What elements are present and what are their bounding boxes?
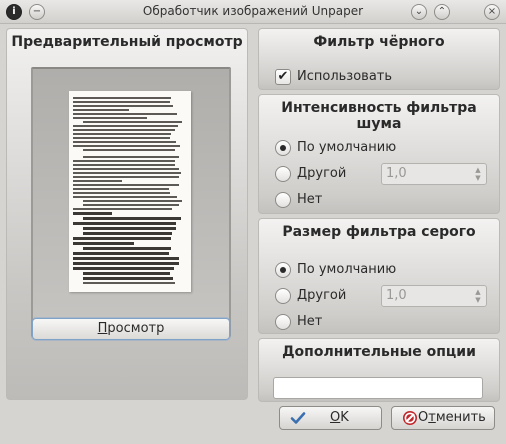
black-filter-title: Фильтр чёрного (313, 34, 445, 50)
ok-button-label: OK (330, 410, 349, 425)
extra-options-title: Дополнительные опции (282, 344, 476, 360)
scanned-text-line (73, 192, 171, 194)
scanned-text-line (73, 262, 180, 265)
scanned-text-line (73, 109, 129, 111)
scanned-text-line (73, 117, 147, 119)
unpaper-dialog: i − Обработчик изображений Unpaper ⌄ ⌃ ×… (0, 0, 506, 444)
preview-button[interactable]: Просмотр (32, 318, 230, 340)
scanned-text-line (83, 217, 181, 220)
scanned-text-line (73, 101, 171, 103)
scanned-text-line (83, 204, 179, 206)
checkmark-icon: ✔ (277, 69, 289, 84)
scanned-text-line (83, 272, 171, 275)
gray-none-radio[interactable] (275, 314, 291, 330)
gray-value-spinbox[interactable]: 1,0 ▲ ▼ (381, 285, 487, 307)
scanned-text-line (83, 200, 182, 202)
scanned-text-line (73, 145, 180, 147)
noise-custom-label[interactable]: Другой (297, 166, 346, 181)
scanned-text-line (73, 164, 176, 166)
ok-button[interactable]: OK (279, 406, 382, 430)
gray-value: 1,0 (386, 288, 407, 303)
scanned-text-line (73, 129, 176, 131)
scanned-text-line (73, 168, 180, 170)
preview-button-mnemonic: П (97, 321, 108, 336)
scanned-text-line (83, 277, 174, 280)
scanned-text-line (73, 208, 173, 210)
spin-up-icon[interactable]: ▲ (473, 166, 483, 174)
scanned-text-line (83, 121, 183, 123)
minimize-icon[interactable]: ⌄ (411, 4, 427, 20)
scanned-text-line (73, 257, 180, 260)
window-title: Обработчик изображений Unpaper (142, 4, 364, 18)
preview-group-title: Предварительный просмотр (11, 34, 243, 50)
scanned-text-line (73, 97, 171, 99)
extra-options-group: Дополнительные опции (258, 338, 500, 402)
scanned-text-line (83, 149, 176, 151)
scanned-text-line (73, 212, 113, 215)
noise-none-radio[interactable] (275, 192, 291, 208)
preview-group: Предварительный просмотр Просмотр (6, 28, 248, 400)
scanned-text-line (73, 125, 179, 127)
noise-custom-radio[interactable] (275, 166, 291, 182)
scanned-text-line (73, 196, 178, 198)
scanned-text-line (83, 156, 179, 158)
noise-default-radio[interactable] (275, 140, 291, 156)
scanned-text-line (73, 237, 171, 240)
scanned-text-line (73, 267, 175, 270)
cancel-icon (403, 411, 417, 425)
extra-options-input[interactable] (273, 377, 483, 399)
preview-area (31, 67, 231, 337)
scanned-text-line (73, 172, 182, 174)
scanned-text-line (73, 242, 134, 245)
close-icon[interactable]: × (484, 4, 500, 20)
scanned-text-line (73, 160, 176, 162)
scanned-text-line (83, 247, 171, 250)
black-filter-use-label[interactable]: Использовать (297, 69, 392, 84)
spin-down-icon[interactable]: ▼ (473, 174, 483, 182)
spin-arrows-icon[interactable]: ▲ ▼ (473, 166, 483, 182)
scanned-text-line (73, 133, 172, 135)
gray-filter-group: Размер фильтра серого По умолчанию Друго… (258, 218, 500, 334)
spin-up-icon[interactable]: ▲ (473, 288, 483, 296)
scanned-text-line (83, 232, 173, 235)
scanned-text-line (73, 105, 173, 107)
cancel-button[interactable]: Отменить (391, 406, 495, 430)
scanned-text-line (83, 227, 176, 230)
spin-arrows-icon[interactable]: ▲ ▼ (473, 288, 483, 304)
noise-filter-group: Интенсивность фильтра шума По умолчанию … (258, 94, 500, 214)
scanned-text-line (73, 222, 176, 225)
checkmark-icon (290, 412, 306, 424)
maximize-icon[interactable]: ⌃ (434, 4, 450, 20)
noise-filter-title: Интенсивность фильтра шума (281, 100, 477, 132)
preview-button-label: росмотр (107, 321, 165, 336)
black-filter-group: Фильтр чёрного ✔ Использовать (258, 28, 500, 90)
noise-none-label[interactable]: Нет (297, 192, 322, 207)
black-filter-use-checkbox[interactable]: ✔ (275, 69, 291, 85)
cancel-button-label: Отменить (418, 410, 486, 425)
scanned-text-line (73, 188, 170, 190)
scanned-text-line (73, 137, 171, 139)
scanned-text-line (73, 252, 170, 255)
scanned-text-line (83, 282, 176, 284)
scanned-text-line (73, 176, 180, 178)
preview-page-thumbnail (69, 91, 191, 292)
gray-default-label[interactable]: По умолчанию (297, 262, 396, 277)
noise-value-spinbox[interactable]: 1,0 ▲ ▼ (381, 163, 487, 185)
gray-filter-title: Размер фильтра серого (282, 224, 476, 240)
noise-value: 1,0 (386, 166, 407, 181)
noise-default-label[interactable]: По умолчанию (297, 140, 396, 155)
scanned-text-line (73, 180, 122, 182)
gray-custom-label[interactable]: Другой (297, 288, 346, 303)
spin-down-icon[interactable]: ▼ (473, 296, 483, 304)
scanned-text-line (73, 184, 179, 186)
gray-custom-radio[interactable] (275, 288, 291, 304)
title-bar[interactable]: i − Обработчик изображений Unpaper ⌄ ⌃ × (0, 0, 506, 24)
gray-default-radio[interactable] (275, 262, 291, 278)
scanned-text-line (73, 141, 176, 143)
scanned-text-line (73, 113, 177, 115)
gray-none-label[interactable]: Нет (297, 314, 322, 329)
